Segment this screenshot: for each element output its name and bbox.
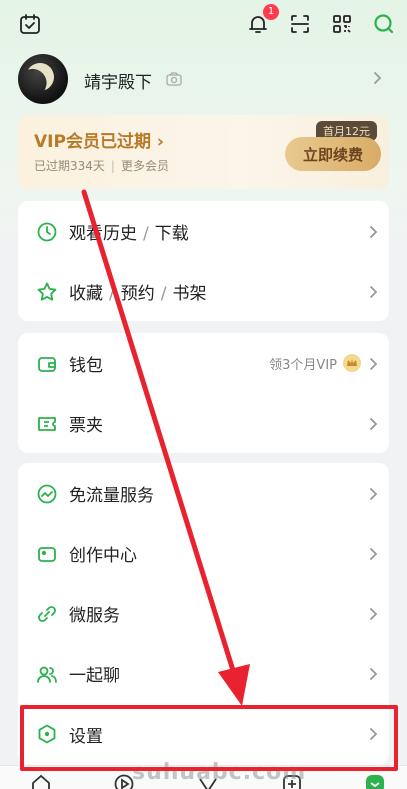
annotation-highlight-box bbox=[20, 705, 398, 771]
annotation-arrow bbox=[81, 189, 250, 706]
